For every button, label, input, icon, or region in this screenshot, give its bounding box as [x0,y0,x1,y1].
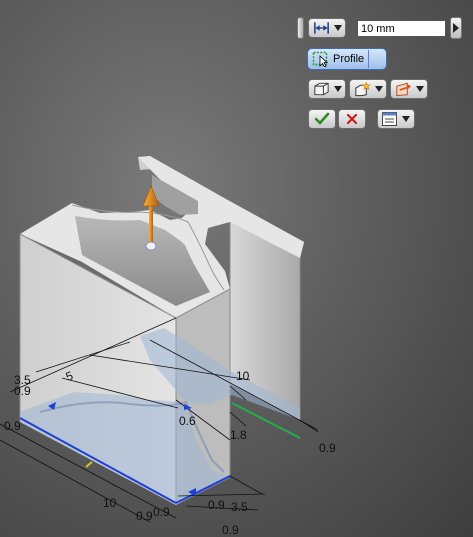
chevron-down-icon [416,86,424,92]
operation-dropdown[interactable] [349,79,387,99]
join-operation-icon [355,81,371,97]
profile-select-button[interactable]: Profile [307,48,387,70]
dim-1-8[interactable]: 1.8 [230,428,247,442]
distance-type-dropdown[interactable] [308,18,346,38]
cancel-x-icon [346,113,358,125]
output-solid-icon [314,82,329,96]
dim-0-9-right[interactable]: 0.9 [319,441,336,455]
dim-0-9-bottom-a[interactable]: 0.9 [136,509,153,523]
dim-0-9-left-upper[interactable]: 0.9 [14,384,31,398]
chevron-down-icon [334,86,342,92]
dim-10-bottom[interactable]: 10 [103,496,117,510]
chevron-down-icon [375,86,383,92]
profile-select-icon [312,51,329,67]
toolbar-grip[interactable] [297,17,304,39]
cancel-button[interactable] [338,109,366,129]
output-type-dropdown[interactable] [308,79,346,99]
dim-0-9-bottom-d[interactable]: 0.9 [222,523,239,537]
direction-dropdown[interactable] [390,79,428,99]
direction-icon [396,82,412,97]
chevron-down-icon [402,116,410,122]
ok-button[interactable] [308,109,336,129]
profile-label: Profile [333,53,365,65]
dim-10-top[interactable]: 10 [236,369,250,383]
chevron-down-icon [334,25,342,31]
sketch-edge-yellow [85,461,93,468]
dim-0-6[interactable]: 0.6 [179,414,196,428]
options-menu-icon [382,112,397,126]
dim-3-5-bottom[interactable]: 3.5 [231,500,248,514]
check-icon [314,112,330,125]
chevron-right-icon [453,23,459,33]
extents-distance-icon [314,22,329,34]
distance-input[interactable] [357,20,446,37]
dim-0-9-bottom-c[interactable]: 0.9 [208,498,225,512]
dim-0-9-left[interactable]: 0.9 [4,419,21,433]
dim-0-9-bottom-b[interactable]: 0.9 [153,505,170,519]
options-menu-button[interactable] [377,109,415,129]
toolbar-expand-button[interactable] [450,17,462,39]
